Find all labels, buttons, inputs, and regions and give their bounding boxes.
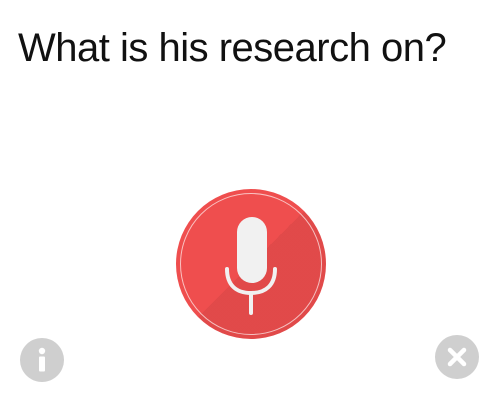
info-icon bbox=[38, 347, 46, 372]
info-button[interactable] bbox=[20, 338, 64, 382]
query-text: What is his research on? bbox=[18, 26, 447, 70]
close-icon bbox=[447, 347, 467, 367]
close-button[interactable] bbox=[435, 335, 479, 379]
microphone-button[interactable] bbox=[176, 189, 326, 339]
microphone-icon bbox=[225, 217, 277, 315]
